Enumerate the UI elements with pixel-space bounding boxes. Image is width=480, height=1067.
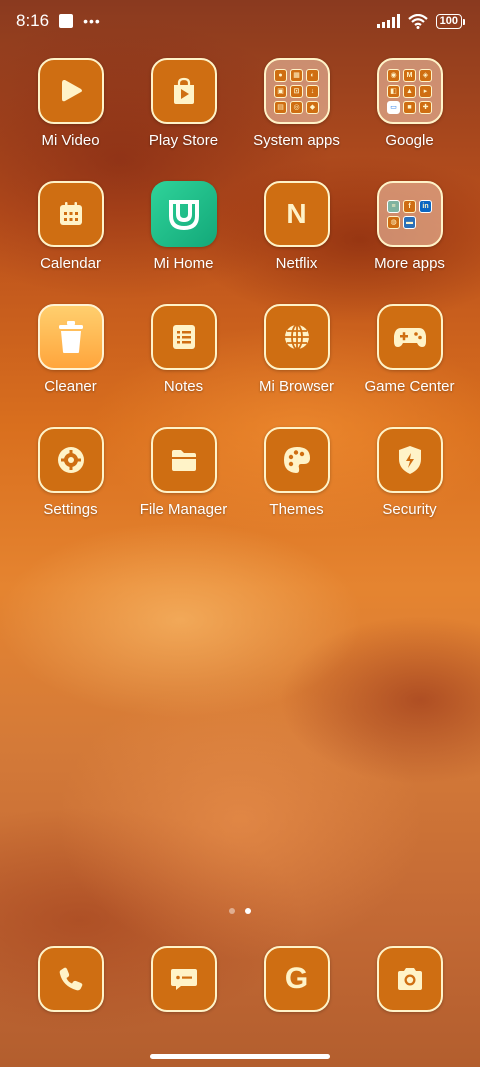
- app-label: More apps: [374, 255, 445, 272]
- app-label: Mi Video: [41, 132, 100, 149]
- app-label: Settings: [43, 501, 98, 518]
- status-bar: 8:16 ••• 100: [0, 0, 480, 42]
- app-themes[interactable]: Themes: [240, 427, 353, 518]
- facebook-mini-icon: f: [403, 199, 416, 213]
- page-dot[interactable]: [229, 908, 235, 914]
- netflix-icon: N: [263, 181, 330, 247]
- dock-phone[interactable]: [14, 946, 127, 1012]
- folder-icon: ● ▦ ◐ ▣ ⊡ ↓ ▤ ◎ ◆: [263, 58, 330, 124]
- battery-icon: 100: [435, 13, 466, 29]
- app-mi-home[interactable]: Mi Home: [127, 181, 240, 272]
- palette-icon: [263, 427, 330, 493]
- app-label: Netflix: [275, 255, 318, 272]
- folder-icon: ≡ f in ◍ ▬: [376, 181, 443, 247]
- app-mi-browser[interactable]: Mi Browser: [240, 304, 353, 395]
- app-play-store[interactable]: Play Store: [127, 58, 240, 149]
- page-indicator[interactable]: [0, 908, 480, 914]
- app-calendar[interactable]: Calendar: [14, 181, 127, 272]
- app-label: Calendar: [40, 255, 101, 272]
- dock-camera[interactable]: [353, 946, 466, 1012]
- app-security[interactable]: Security: [353, 427, 466, 518]
- linkedin-mini-icon: in: [419, 199, 432, 213]
- app-netflix[interactable]: N Netflix: [240, 181, 353, 272]
- app-label: Notes: [163, 378, 204, 395]
- gear-icon: [37, 427, 104, 493]
- google-icon: G: [263, 946, 330, 1012]
- app-grid: Mi Video Play Store ● ▦ ◐ ▣ ⊡ ↓ ▤ ◎ ◆ System a…: [14, 58, 466, 518]
- dock: G: [14, 946, 466, 1012]
- play-icon: [37, 58, 104, 124]
- app-label: Cleaner: [44, 378, 97, 395]
- folder-system-apps[interactable]: ● ▦ ◐ ▣ ⊡ ↓ ▤ ◎ ◆ System apps: [240, 58, 353, 149]
- signal-icon: [376, 14, 400, 28]
- folder-google[interactable]: ◉ M ◈ ◧ ▲ ▸ ▭ ■ ✚ Google: [353, 58, 466, 149]
- calendar-icon: [37, 181, 104, 247]
- notes-icon: [150, 304, 217, 370]
- dock-google[interactable]: G: [240, 946, 353, 1012]
- app-label: Google: [385, 132, 434, 149]
- dock-messages[interactable]: [127, 946, 240, 1012]
- folder-more-apps[interactable]: ≡ f in ◍ ▬ More apps: [353, 181, 466, 272]
- folder-files-icon: [150, 427, 217, 493]
- netflix-glyph: N: [286, 198, 307, 229]
- app-file-manager[interactable]: File Manager: [127, 427, 240, 518]
- more-notifications-icon: •••: [83, 13, 101, 29]
- app-label: System apps: [253, 132, 340, 149]
- app-game-center[interactable]: Game Center: [353, 304, 466, 395]
- mi-home-icon: [150, 181, 217, 247]
- gamepad-icon: [376, 304, 443, 370]
- app-cleaner[interactable]: Cleaner: [14, 304, 127, 395]
- app-label: Mi Browser: [258, 378, 334, 395]
- status-time: 8:16: [16, 11, 50, 30]
- trash-icon: [37, 304, 104, 370]
- app-label: Play Store: [148, 132, 219, 149]
- globe-icon: [263, 304, 330, 370]
- wifi-icon: [407, 13, 428, 29]
- gesture-nav-bar[interactable]: [150, 1054, 330, 1059]
- app-notes[interactable]: Notes: [127, 304, 240, 395]
- camera-icon: [376, 946, 443, 1012]
- app-label: Themes: [269, 501, 324, 518]
- app-label: Game Center: [364, 378, 455, 395]
- phone-icon: [37, 946, 104, 1012]
- message-icon: [150, 946, 217, 1012]
- app-settings[interactable]: Settings: [14, 427, 127, 518]
- app-label: Mi Home: [153, 255, 214, 272]
- play-store-icon: [150, 58, 217, 124]
- folder-icon: ◉ M ◈ ◧ ▲ ▸ ▭ ■ ✚: [376, 58, 443, 124]
- app-label: Security: [382, 501, 437, 518]
- notification-icon: [59, 14, 74, 28]
- shield-icon: [376, 427, 443, 493]
- app-label: File Manager: [139, 501, 228, 518]
- google-glyph: G: [284, 962, 309, 995]
- app-mi-video[interactable]: Mi Video: [14, 58, 127, 149]
- page-dot-active[interactable]: [245, 908, 251, 914]
